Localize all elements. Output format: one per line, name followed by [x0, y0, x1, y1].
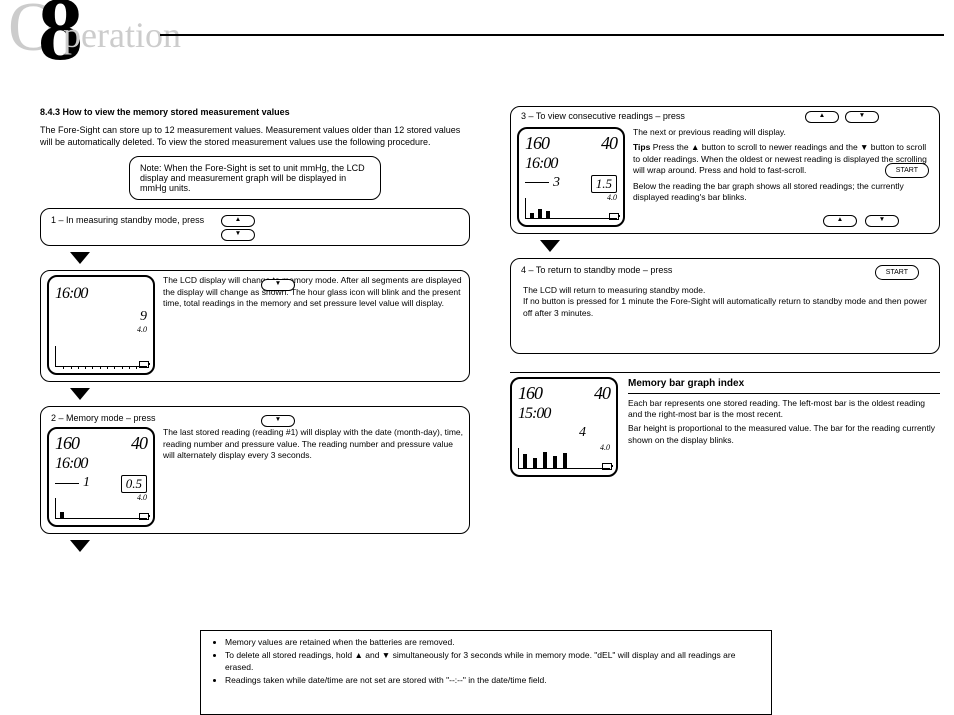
battery-icon — [139, 513, 149, 520]
step-1-panel: 1 – In measuring standby mode, press ▲ ▼ — [40, 208, 470, 246]
unit-note-text: Note: When the Fore-Sight is set to unit… — [140, 163, 365, 193]
lcd-b-graph — [55, 498, 147, 519]
note-2: To delete all stored readings, hold ▲ an… — [225, 650, 761, 673]
lcd-display-d: 16040 15:00 4 4.0 — [510, 377, 618, 477]
step-2-panel: 2 – Memory mode – press ▼ 160 40 16:00 1 0… — [40, 406, 470, 534]
lcd-display-b: 16040 16:00 10.5 4.0 — [47, 427, 155, 527]
step-1-result-panel: ▼ 16:00 9 4.0 The LCD display will chang… — [40, 270, 470, 382]
lcd-c-big2: 40 — [601, 133, 617, 154]
lcd-d-graph — [518, 448, 610, 469]
right-column: 3 – To view consecutive readings – press… — [510, 100, 940, 477]
lcd-display-a: 16:00 9 4.0 — [47, 275, 155, 375]
note-3: Readings taken while date/time are not s… — [225, 675, 761, 686]
down-arrow-icon — [70, 388, 90, 400]
up-button[interactable]: ▲ — [805, 111, 839, 123]
step-1-title-text: 1 – In measuring standby mode, press — [51, 215, 204, 225]
step-2-title: 2 – Memory mode – press — [51, 413, 463, 423]
lcd-c-time: 16:00 — [525, 155, 557, 173]
step-4-sub: If no button is pressed for 1 minute the… — [517, 296, 933, 319]
step-4-title: 4 – To return to standby mode – press — [521, 265, 933, 275]
intro-text: The Fore-Sight can store up to 12 measur… — [40, 124, 470, 148]
down-button[interactable]: ▼ — [865, 215, 899, 227]
left-column: 8.4.3 How to view the memory stored meas… — [40, 100, 470, 554]
notes-list: Memory values are retained when the batt… — [211, 637, 761, 687]
step-3-tip-label: Tips — [633, 142, 650, 152]
lcd-d-big1: 160 — [518, 383, 542, 403]
step-3-bottom-buttons: ▲ ▼ — [823, 215, 899, 227]
step-3-text2: Below the reading the bar graph shows al… — [633, 181, 933, 204]
step-1-title: 1 – In measuring standby mode, press ▲ ▼ — [51, 215, 463, 225]
step-3-title: 3 – To view consecutive readings – press — [521, 111, 685, 121]
lcd-a-time: 16:00 — [55, 285, 87, 303]
up-button[interactable]: ▲ — [823, 215, 857, 227]
step-4-panel: 4 – To return to standby mode – press ST… — [510, 258, 940, 354]
lcd-display-c: 16040 16:00 31.5 4.0 — [517, 127, 625, 227]
unit-note-callout: Note: When the Fore-Sight is set to unit… — [129, 156, 381, 200]
down-button[interactable]: ▼ — [221, 229, 255, 241]
lcd-c-big1: 160 — [525, 133, 549, 153]
lcd-c-val: 1.5 — [591, 175, 617, 193]
memory-graph-desc2: Bar height is proportional to the measur… — [628, 423, 940, 446]
header-rule — [160, 34, 944, 36]
step-1-result-text: The LCD display will change to memory mo… — [163, 275, 463, 309]
up-button[interactable]: ▲ — [221, 215, 255, 227]
step-4-title-text: 4 – To return to standby mode – press — [521, 265, 672, 275]
down-button[interactable]: ▼ — [845, 111, 879, 123]
step-1-after-buttons: ▼ — [261, 279, 295, 291]
note-1: Memory values are retained when the batt… — [225, 637, 761, 648]
battery-icon — [609, 213, 619, 220]
lcd-a-count: 9 — [140, 309, 147, 324]
section-title: 8.4.3 How to view the memory stored meas… — [40, 106, 470, 118]
start-button[interactable]: START — [885, 163, 929, 178]
down-arrow-icon — [540, 240, 560, 252]
battery-icon — [139, 361, 149, 368]
step-3-text1: The next or previous reading will displa… — [633, 127, 933, 138]
down-arrow-icon — [70, 252, 90, 264]
step-2-text: The last stored reading (reading #1) wil… — [163, 427, 463, 461]
lcd-d-time: 15:00 — [518, 405, 550, 423]
battery-icon — [602, 463, 612, 470]
lcd-b-idx: 1 — [83, 475, 90, 490]
lcd-c-graph — [525, 198, 617, 219]
down-button[interactable]: ▼ — [261, 415, 295, 427]
lcd-c-idx: 3 — [553, 175, 560, 190]
lcd-a-press: 4.0 — [137, 325, 147, 334]
lcd-d-idx: 4 — [579, 425, 586, 440]
memory-graph-section: 16040 15:00 4 4.0 Memory bar graph index… — [510, 372, 940, 477]
lcd-b-time: 16:00 — [55, 455, 87, 473]
step-2-button-wrap: ▼ — [261, 415, 295, 427]
memory-graph-desc1: Each bar represents one stored reading. … — [628, 398, 940, 421]
down-arrow-icon — [70, 540, 90, 552]
step-4-text: The LCD will return to measuring standby… — [517, 285, 933, 296]
lcd-b-big2: 40 — [131, 433, 147, 454]
lcd-b-val: 0.5 — [121, 475, 147, 493]
lcd-b-big1: 160 — [55, 433, 79, 453]
notes-box: Memory values are retained when the batt… — [200, 630, 772, 715]
step-3-panel: 3 – To view consecutive readings – press… — [510, 106, 940, 234]
step-1-buttons: ▲ ▼ — [221, 215, 255, 241]
step-3-title-text: 3 – To view consecutive readings – press — [521, 111, 685, 121]
down-button[interactable]: ▼ — [261, 279, 295, 291]
lcd-d-big2: 40 — [594, 383, 610, 404]
step-3-tip-text: Press the ▲ button to scroll to newer re… — [633, 142, 927, 175]
lcd-a-graph — [55, 346, 147, 367]
step-2-title-text: 2 – Memory mode – press — [51, 413, 156, 423]
memory-graph-text: Memory bar graph index Each bar represen… — [628, 377, 940, 446]
memory-graph-head: Memory bar graph index — [628, 377, 940, 391]
step-3-buttons: ▲ ▼ — [805, 111, 879, 123]
start-button[interactable]: START — [875, 265, 919, 280]
